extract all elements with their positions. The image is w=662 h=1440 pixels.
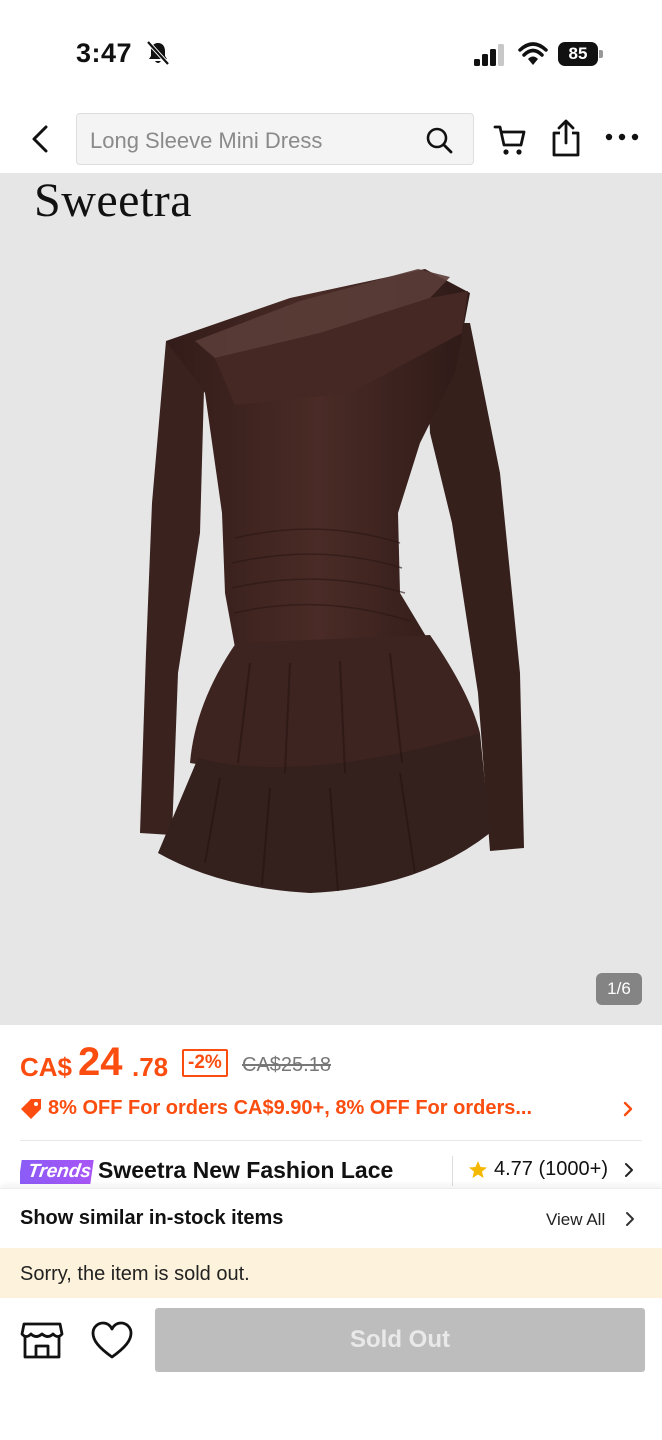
divider — [20, 1140, 642, 1141]
share-icon[interactable] — [550, 119, 582, 157]
search-bar[interactable]: Long Sleeve Mini Dress — [76, 113, 474, 165]
price-main: 24 — [78, 1040, 123, 1084]
original-price: CA$25.18 — [242, 1054, 331, 1076]
battery-level: 85 — [558, 42, 598, 66]
wifi-icon — [518, 42, 548, 65]
store-icon[interactable] — [20, 1320, 64, 1360]
battery-tip — [599, 50, 603, 58]
top-nav: Long Sleeve Mini Dress — [0, 105, 662, 173]
chevron-right-icon — [625, 1163, 633, 1177]
chevron-right-icon[interactable] — [624, 1210, 636, 1228]
divider — [452, 1156, 453, 1186]
trends-badge: Trends — [20, 1160, 94, 1184]
search-input[interactable]: Long Sleeve Mini Dress — [90, 128, 322, 154]
promotion-text: 8% OFF For orders CA$9.90+, 8% OFF For o… — [48, 1097, 533, 1119]
cellular-signal-icon — [474, 44, 504, 66]
clock: 3:47 — [76, 38, 133, 68]
battery-icon: 85 — [558, 42, 604, 66]
product-photo — [140, 269, 524, 893]
more-options-icon[interactable] — [604, 131, 640, 143]
heart-icon[interactable] — [90, 1320, 134, 1360]
search-icon[interactable] — [425, 126, 453, 154]
sold-out-message: Sorry, the item is sold out. — [20, 1263, 250, 1285]
view-all-link[interactable]: View All — [546, 1210, 605, 1230]
similar-items-label: Show similar in-stock items — [20, 1207, 284, 1229]
image-pager: 1/6 — [596, 973, 642, 1005]
status-bar: 3:47 85 — [0, 0, 662, 105]
cart-icon[interactable] — [493, 123, 527, 157]
price-row: CA$ 24 .78 -2% CA$25.18 — [20, 1040, 642, 1086]
similar-items-bar[interactable]: Show similar in-stock items View All — [0, 1188, 662, 1248]
rating-text[interactable]: 4.77 (1000+) — [494, 1158, 608, 1181]
product-image-gallery[interactable]: Sweetra 1/6 — [0, 173, 662, 1025]
sold-out-button[interactable]: Sold Out — [155, 1308, 645, 1372]
promotion-row[interactable]: 8% OFF For orders CA$9.90+, 8% OFF For o… — [20, 1092, 642, 1126]
price-currency: CA$ — [20, 1052, 73, 1082]
price-tag-icon — [21, 1099, 41, 1119]
product-title: Sweetra New Fashion Lace — [98, 1157, 394, 1183]
price-decimal: .78 — [132, 1052, 169, 1082]
sold-out-banner: Sorry, the item is sold out. — [0, 1248, 662, 1298]
discount-badge: -2% — [182, 1049, 228, 1077]
product-title-row[interactable]: Trends Sweetra New Fashion Lace 4.77 (10… — [20, 1154, 642, 1188]
star-icon — [469, 1161, 487, 1178]
bottom-action-bar: Sold Out — [0, 1298, 662, 1440]
bell-muted-icon — [146, 40, 170, 66]
chevron-right-icon — [623, 1101, 633, 1117]
brand-logo: Sweetra — [34, 174, 193, 227]
back-chevron-icon[interactable] — [26, 123, 54, 155]
